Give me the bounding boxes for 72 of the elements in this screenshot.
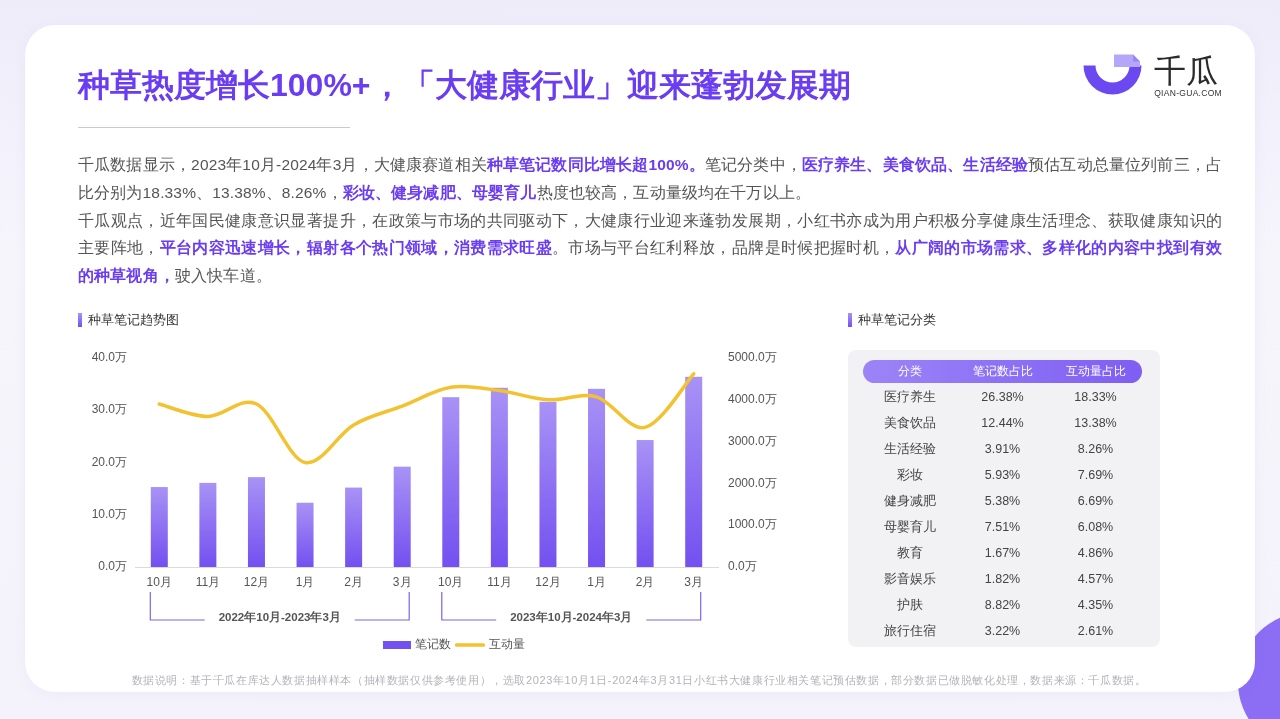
page-title: 种草热度增长100%+，「大健康行业」迎来蓬勃发展期 [78,66,851,105]
x-axis-label: 11月 [487,575,512,590]
table-cell-text: 母婴育儿 [882,519,937,536]
right-axis-label: 3000.0万 [728,433,777,448]
table-cell-text: 旅行住宿 [882,623,937,640]
table-cell-text: 医疗养生 [882,389,937,406]
x-axis-label: 1月 [587,575,606,590]
y-axis-label: 40.0万 [91,350,127,365]
x-axis-label: 11月 [195,575,221,590]
right-axis-label: 1000.0万 [728,517,777,532]
x-axis-label: 3月 [684,575,704,590]
table-cell-text: 生活经验 [882,441,937,458]
table-cell-text: 6.08% [1076,519,1115,536]
table-cell-text: 健身减肥 [882,493,937,510]
section-title: 种草笔记分类 [858,311,936,329]
table-cell-text: 4.35% [1076,597,1115,614]
x-axis-label: 10月 [146,575,172,590]
table-cell-text: 8.26% [1076,441,1115,458]
right-axis-label: 4000.0万 [728,391,777,406]
logo-icon [1082,54,1143,98]
table-cell-text: 4.57% [1076,571,1115,588]
y-axis-label: 30.0万 [91,402,127,417]
bracket-label: 2023年10月-2024年3月 [510,611,633,623]
x-axis-label: 12月 [243,575,270,590]
table-cell-text: 13.38% [1073,415,1118,432]
legend-label: 互动量 [489,637,525,652]
vertical-bar-icon [848,313,852,327]
bracket-label: 2022年10月-2023年3月 [218,611,341,623]
table-cell-text: 8.82% [983,597,1022,614]
x-axis-label: 3月 [392,575,412,590]
table-cell-text: 5.93% [983,467,1022,484]
summary-paragraph: 千瓜数据显示，2023年10月-2024年3月，大健康赛道相关种草笔记数同比增长超100%。笔记分类中，医疗养生、美食饮品、生活经验预估互动总量位列前三，占比分别为18.33%、13.38%、8.26%，彩妆、健身减肥、母婴育儿热度也较高，互动量级均在千万以上。 [78,155,1222,203]
y-axis-label: 10.0万 [91,506,127,521]
x-axis-label: 1月 [295,575,315,590]
table-cell-text: 教育 [895,545,924,562]
table-cell-text: 美食饮品 [882,415,937,432]
table-cell-text: 2.61% [1076,623,1115,640]
section-title: 种草笔记趋势图 [88,311,179,329]
table-cell-text: 12.44% [980,415,1025,432]
table-cell-text: 3.91% [983,441,1022,458]
footnote: 数据说明：基于千瓜在库达人数据抽样样本（抽样数据仅供参考使用），选取2023年10月1日-2024年3月31日小红书大健康行业相关笔记预估数据，部分数据已做脱敏化处理，数据来源：千瓜数据。 [131,674,1147,686]
table-cell-text: 7.69% [1076,467,1115,484]
table-cell-text: 6.69% [1076,493,1115,510]
logo-name: 千瓜 [1154,54,1219,88]
column-header: 互动量占比 [1064,363,1127,380]
table-cell-text: 18.33% [1073,389,1118,406]
x-axis-label: 2月 [344,575,363,590]
table-cell-text: 彩妆 [895,467,924,484]
x-axis-label: 2月 [635,575,655,590]
vertical-bar-icon [78,313,82,327]
column-header: 笔记数占比 [971,363,1034,380]
table-cell-text: 护肤 [895,597,924,614]
right-axis-label: 5000.0万 [728,350,777,365]
right-axis-label: 2000.0万 [728,475,777,490]
table-cell-text: 7.51% [983,519,1022,536]
legend-label: 笔记数 [415,637,451,652]
y-axis-label: 0.0万 [98,559,127,574]
table-cell-text: 4.86% [1076,545,1115,562]
table-cell-text: 5.38% [983,493,1022,510]
right-axis-label: 0.0万 [728,559,757,574]
summary-paragraph: 千瓜观点，近年国民健康意识显著提升，在政策与市场的共同驱动下，大健康行业迎来蓬勃发展期，小红书亦成为用户积极分享健康生活理念、获取健康知识的主要阵地，平台内容迅速增长，辐射各个热门领域，消费需求旺盛。市场与平台红利释放，品牌是时候把握时机，从广阔的市场需求、多样化的内容中找到有效的种草视角，驶入快车道。 [78,210,1222,287]
logo-domain: QIAN-GUA.COM [1154,88,1222,98]
table-cell-text: 影音娱乐 [882,571,937,588]
x-axis-label: 12月 [535,575,561,590]
column-header: 分类 [896,363,923,380]
table-cell-text: 1.67% [983,545,1022,562]
chart-bar [296,502,314,567]
table-cell-text: 26.38% [980,389,1025,406]
table-cell-text: 1.82% [983,571,1022,588]
y-axis-label: 20.0万 [91,454,127,469]
table-cell-text: 3.22% [983,623,1022,640]
x-axis-label: 10月 [438,575,464,590]
